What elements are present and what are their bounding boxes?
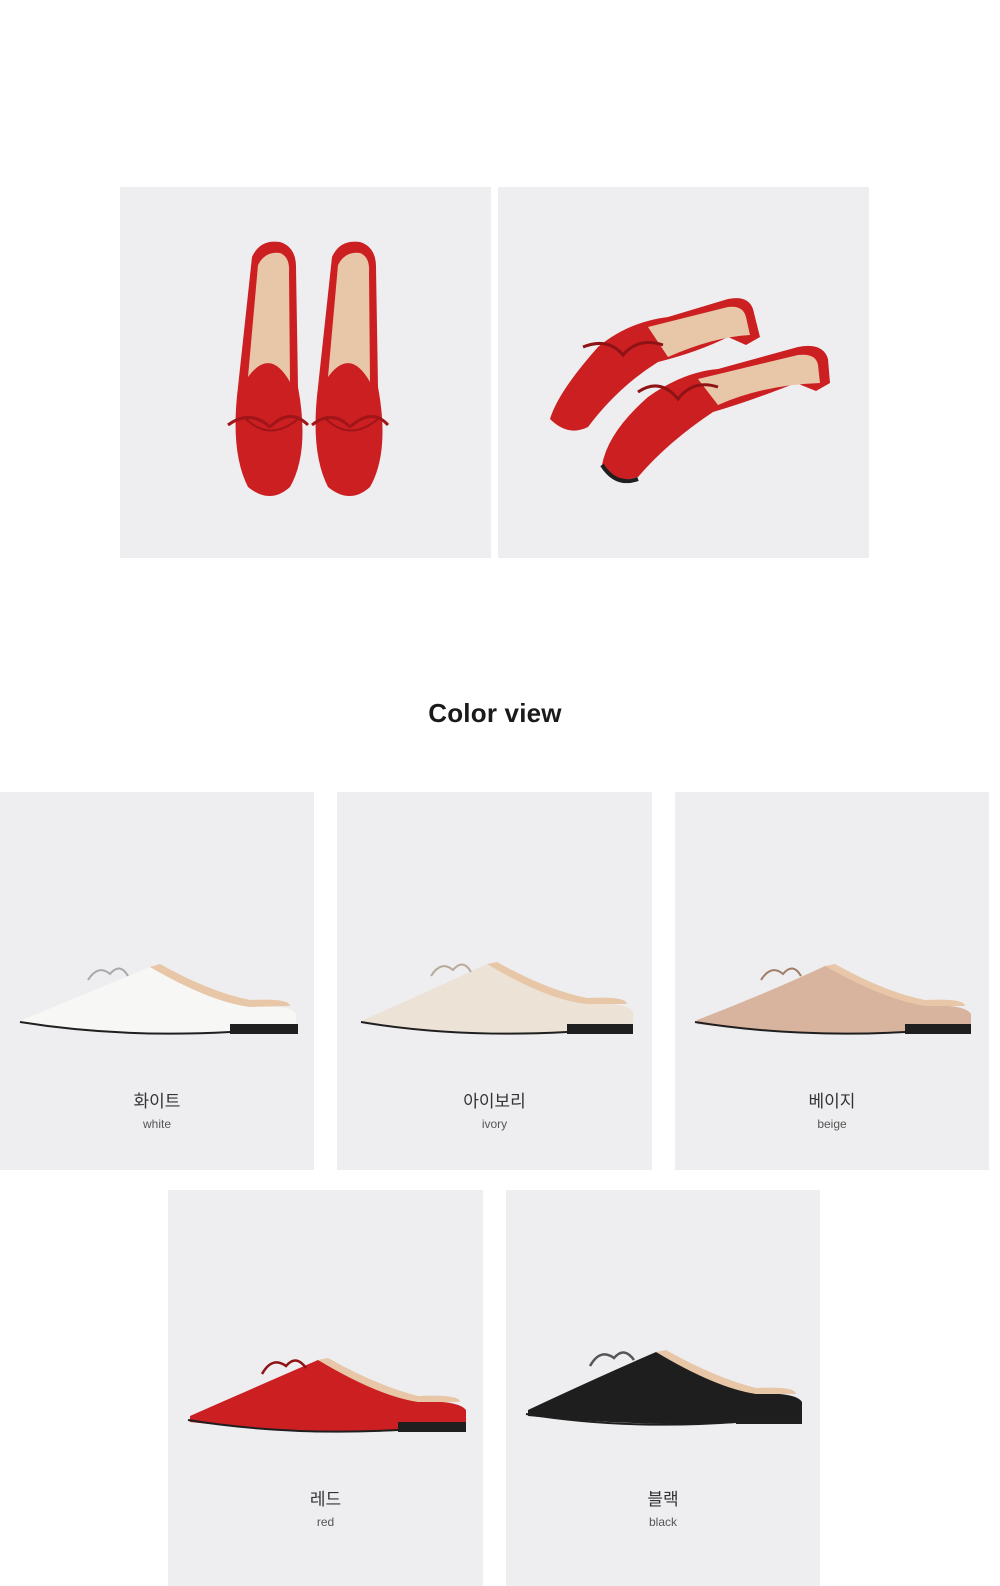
red-mules-top-view-image — [227, 241, 390, 496]
color-card-black: 블랙 black — [506, 1190, 820, 1586]
color-card-red: 레드 red — [168, 1190, 483, 1586]
hero-photo-angle-view — [498, 187, 869, 558]
color-label-black: 블랙 black — [506, 1490, 820, 1530]
color-label-ivory: 아이보리 ivory — [337, 1092, 652, 1132]
color-label-beige: 베이지 beige — [675, 1092, 989, 1132]
color-name-en: beige — [817, 1117, 847, 1131]
mule-heel — [398, 1422, 466, 1432]
color-name-ko: 베이지 — [808, 1092, 856, 1111]
color-name-ko: 화이트 — [133, 1092, 181, 1111]
color-name-en: black — [648, 1515, 677, 1529]
red-mules-angle-view-image — [550, 298, 830, 484]
hero-photo-top-view — [120, 187, 491, 558]
section-title: Color view — [428, 698, 562, 728]
color-name-ko: 레드 — [309, 1490, 342, 1509]
color-name-en: ivory — [481, 1117, 508, 1131]
color-label-red: 레드 red — [168, 1490, 483, 1530]
color-name-ko: 블랙 — [647, 1490, 679, 1509]
mule-heel — [230, 1024, 298, 1034]
mule-heel — [905, 1024, 971, 1034]
mule-heel — [567, 1024, 633, 1034]
color-card-white: 화이트 white — [0, 792, 314, 1170]
color-label-white: 화이트 white — [0, 1092, 314, 1132]
color-name-en: red — [316, 1515, 335, 1529]
color-name-en: white — [142, 1117, 171, 1131]
color-card-beige: 베이지 beige — [675, 792, 989, 1170]
color-card-ivory: 아이보리 ivory — [337, 792, 652, 1170]
mule-heel — [736, 1414, 802, 1424]
color-name-ko: 아이보리 — [463, 1092, 526, 1111]
